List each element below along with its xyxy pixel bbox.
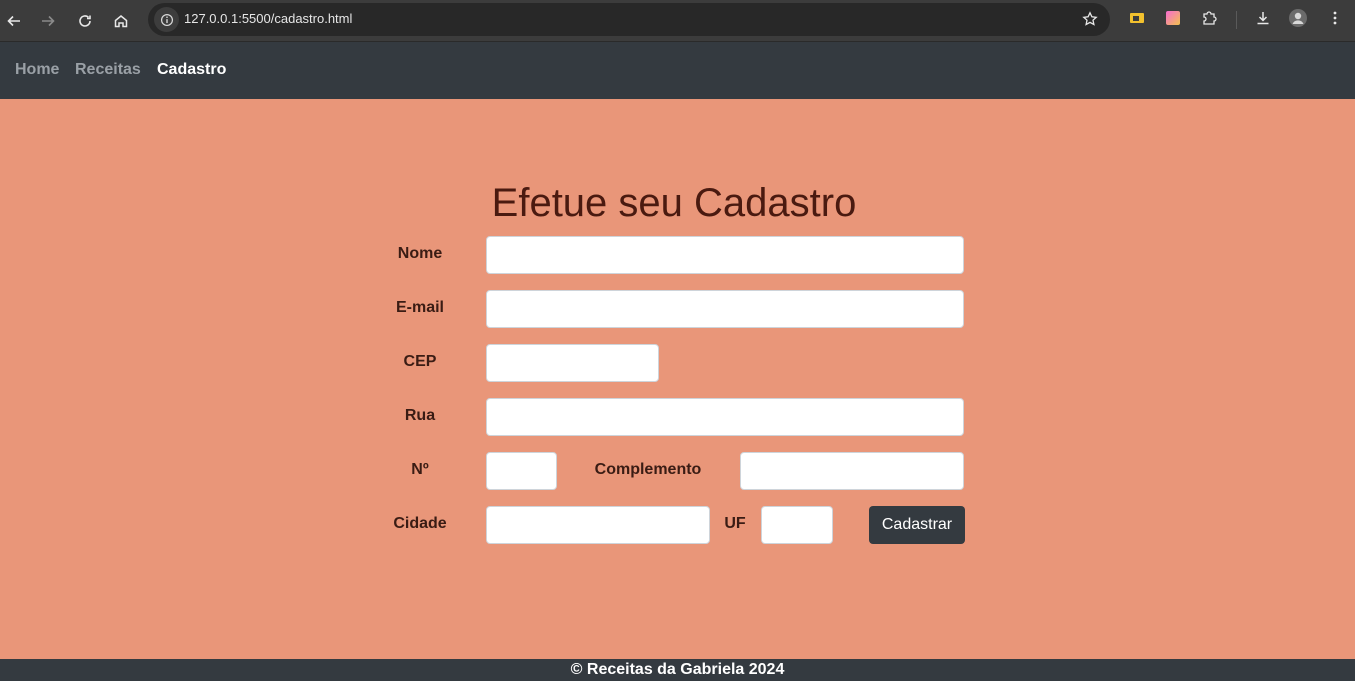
url-text[interactable]: 127.0.0.1:5500/cadastro.html bbox=[184, 11, 352, 26]
site-footer: © Receitas da Gabriela 2024 bbox=[0, 659, 1355, 681]
extensions-puzzle-icon[interactable] bbox=[1200, 9, 1218, 27]
extension-gradient-icon[interactable] bbox=[1164, 9, 1182, 27]
download-icon[interactable] bbox=[1254, 9, 1272, 27]
address-bar[interactable]: 127.0.0.1:5500/cadastro.html bbox=[148, 3, 1110, 36]
complemento-input[interactable] bbox=[740, 452, 964, 490]
toolbar-separator bbox=[1236, 11, 1237, 29]
nome-label: Nome bbox=[397, 245, 443, 262]
menu-kebab-icon[interactable] bbox=[1326, 9, 1344, 27]
complemento-label: Complemento bbox=[594, 461, 702, 478]
cidade-label: Cidade bbox=[393, 515, 447, 532]
cadastrar-button[interactable]: Cadastrar bbox=[869, 506, 965, 544]
home-icon[interactable] bbox=[107, 7, 135, 35]
forward-icon[interactable] bbox=[34, 7, 62, 35]
page-title: Efetue seu Cadastro bbox=[491, 181, 857, 225]
numero-label: Nº bbox=[411, 461, 429, 478]
site-info-icon[interactable] bbox=[154, 7, 179, 32]
email-input[interactable] bbox=[486, 290, 964, 328]
site-navbar: Home Receitas Cadastro bbox=[0, 42, 1355, 99]
cep-label: CEP bbox=[403, 353, 437, 370]
cidade-input[interactable] bbox=[486, 506, 710, 544]
nav-link-cadastro[interactable]: Cadastro bbox=[157, 61, 226, 79]
extension-folder-icon[interactable] bbox=[1128, 9, 1146, 27]
reload-icon[interactable] bbox=[71, 7, 99, 35]
nome-input[interactable] bbox=[486, 236, 964, 274]
nav-link-receitas[interactable]: Receitas bbox=[75, 61, 141, 79]
rua-input[interactable] bbox=[486, 398, 964, 436]
numero-input[interactable] bbox=[486, 452, 557, 490]
nav-link-home[interactable]: Home bbox=[15, 61, 59, 79]
bookmark-star-icon[interactable] bbox=[1082, 11, 1098, 32]
uf-input[interactable] bbox=[761, 506, 833, 544]
profile-avatar-icon[interactable] bbox=[1289, 9, 1307, 27]
rua-label: Rua bbox=[404, 407, 436, 424]
cep-input[interactable] bbox=[486, 344, 659, 382]
uf-label: UF bbox=[724, 515, 746, 532]
browser-toolbar: 127.0.0.1:5500/cadastro.html bbox=[0, 0, 1355, 42]
back-icon[interactable] bbox=[0, 7, 28, 35]
email-label: E-mail bbox=[395, 299, 444, 316]
